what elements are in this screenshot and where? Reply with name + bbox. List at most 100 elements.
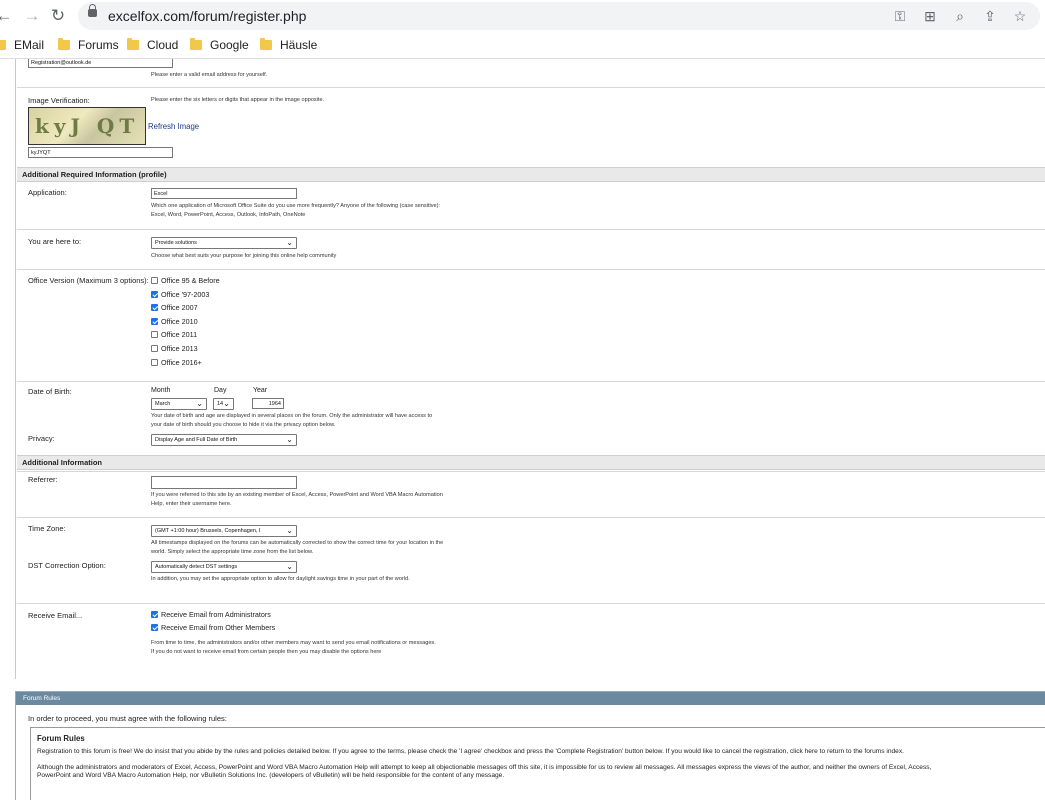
office-version-option-label: Office 2013 bbox=[161, 344, 198, 353]
dst-hint: In addition, you may set the appropriate… bbox=[151, 576, 410, 582]
chevron-down-icon: ⌄ bbox=[286, 435, 293, 444]
refresh-image-link[interactable]: Refresh Image bbox=[148, 122, 199, 131]
bookmark-star-icon[interactable]: ☆ bbox=[1010, 6, 1030, 26]
section-additional-information: Additional Information bbox=[17, 455, 1045, 470]
captcha-image: kyJ QT bbox=[28, 107, 146, 145]
forum-rules-para2b: PowerPoint and Word VBA Macro Automation… bbox=[37, 772, 505, 779]
chevron-down-icon: ⌄ bbox=[286, 562, 293, 571]
here-to-select[interactable]: Provide solutions ⌄ bbox=[151, 237, 297, 249]
key-icon[interactable]: ⚿ bbox=[890, 6, 910, 26]
dob-label: Date of Birth: bbox=[28, 387, 72, 396]
reload-icon[interactable]: ↻ bbox=[46, 4, 70, 28]
address-bar-actions: ⚿ ⊞ ⌕ ⇪ ☆ bbox=[890, 6, 1030, 26]
translate-icon[interactable]: ⊞ bbox=[920, 6, 940, 26]
forum-rules-header: Forum Rules bbox=[16, 692, 1045, 705]
forum-rules-title: Forum Rules bbox=[37, 734, 85, 743]
referrer-input[interactable] bbox=[151, 476, 297, 489]
bookmark-forums[interactable]: Forums bbox=[58, 38, 119, 52]
checkbox[interactable] bbox=[151, 624, 158, 631]
chevron-down-icon: ⌄ bbox=[286, 238, 293, 247]
application-label: Application: bbox=[28, 188, 67, 197]
office-version-option-label: Office 95 & Before bbox=[161, 276, 220, 285]
checkbox[interactable] bbox=[151, 345, 158, 352]
image-verification-label: Image Verification: bbox=[28, 96, 90, 105]
dst-select[interactable]: Automatically detect DST settings ⌄ bbox=[151, 561, 297, 573]
bookmarks-bar: EMail Forums Cloud Google Häusle bbox=[0, 34, 1045, 59]
checkbox[interactable] bbox=[151, 331, 158, 339]
referrer-hint: If you were referred to this site by an … bbox=[151, 492, 443, 507]
bookmark-haeusle[interactable]: Häusle bbox=[260, 38, 317, 52]
browser-toolbar: ← → ↻ excelfox.com/forum/register.php ⚿ … bbox=[0, 0, 1045, 32]
office-version-label: Office Version (Maximum 3 options): bbox=[28, 276, 149, 285]
office-version-option-0[interactable]: Office 95 & Before bbox=[151, 276, 220, 285]
url-text: excelfox.com/forum/register.php bbox=[108, 8, 307, 24]
checkbox[interactable] bbox=[151, 304, 158, 312]
dst-label: DST Correction Option: bbox=[28, 561, 106, 570]
register-page: Registration@outlook.de Please enter a v… bbox=[0, 59, 1045, 800]
here-to-label: You are here to: bbox=[28, 237, 82, 246]
bookmark-google[interactable]: Google bbox=[190, 38, 249, 52]
bookmark-cloud[interactable]: Cloud bbox=[127, 38, 178, 52]
dob-year-label: Year bbox=[253, 387, 268, 394]
receive-email-hint: From time to time, the administrators an… bbox=[151, 640, 436, 655]
address-bar[interactable]: excelfox.com/forum/register.php ⚿ ⊞ ⌕ ⇪ … bbox=[78, 2, 1040, 30]
email-hint: Please enter a valid email address for y… bbox=[151, 72, 268, 78]
office-version-option-2[interactable]: Office 2007 bbox=[151, 303, 198, 312]
forward-arrow-icon[interactable]: → bbox=[20, 4, 44, 28]
chevron-down-icon: ⌄ bbox=[196, 399, 203, 408]
forum-rules-panel: Forum Rules In order to proceed, you mus… bbox=[15, 691, 1045, 800]
forum-rules-para1: Registration to this forum is free! We d… bbox=[37, 748, 904, 755]
folder-icon bbox=[260, 38, 272, 50]
captcha-input[interactable]: kyJYQT bbox=[28, 147, 173, 158]
office-version-option-6[interactable]: Office 2016+ bbox=[151, 358, 202, 367]
checkbox[interactable] bbox=[151, 358, 158, 366]
share-icon[interactable]: ⇪ bbox=[980, 6, 1000, 26]
application-hint: Which one application of Microsoft Offic… bbox=[151, 203, 441, 218]
office-version-option-1[interactable]: Office '97-2003 bbox=[151, 290, 209, 299]
office-version-option-label: Office 2007 bbox=[161, 303, 198, 313]
forum-rules-box[interactable]: Forum Rules Registration to this forum i… bbox=[30, 727, 1045, 800]
dob-day-label: Day bbox=[214, 387, 227, 394]
back-arrow-icon[interactable]: ← bbox=[0, 4, 16, 28]
receive-email-option-label: Receive Email from Other Members bbox=[161, 623, 276, 632]
folder-icon bbox=[0, 40, 6, 50]
referrer-label: Referrer: bbox=[28, 475, 58, 484]
office-version-option-label: Office 2011 bbox=[161, 330, 198, 340]
checkbox[interactable] bbox=[151, 611, 158, 618]
checkbox[interactable] bbox=[151, 290, 158, 298]
captcha-text: kyJ QT bbox=[35, 114, 140, 138]
dob-day-select[interactable]: 14 ⌄ bbox=[213, 398, 234, 410]
receive-email-label: Receive Email... bbox=[28, 611, 83, 620]
folder-icon bbox=[127, 38, 139, 50]
office-version-option-label: Office 2010 bbox=[161, 316, 198, 326]
receive-email-option-0[interactable]: Receive Email from Administrators bbox=[151, 610, 271, 619]
lock-icon bbox=[88, 4, 97, 17]
bookmark-email[interactable]: EMail bbox=[0, 38, 44, 52]
checkbox[interactable] bbox=[151, 277, 158, 284]
email-field[interactable]: Registration@outlook.de bbox=[28, 59, 173, 68]
timezone-label: Time Zone: bbox=[28, 524, 66, 533]
office-version-option-3[interactable]: Office 2010 bbox=[151, 317, 198, 326]
office-version-option-5[interactable]: Office 2013 bbox=[151, 344, 198, 353]
privacy-select[interactable]: Display Age and Full Date of Birth ⌄ bbox=[151, 434, 297, 446]
checkbox[interactable] bbox=[151, 317, 158, 325]
application-input[interactable]: Excel bbox=[151, 188, 297, 199]
office-version-option-4[interactable]: Office 2011 bbox=[151, 330, 197, 339]
image-verification-hint: Please enter the six letters or digits t… bbox=[151, 97, 325, 103]
here-to-row bbox=[17, 229, 1045, 270]
forum-rules-intro: In order to proceed, you must agree with… bbox=[28, 714, 227, 723]
chevron-down-icon: ⌄ bbox=[223, 399, 230, 408]
folder-icon bbox=[190, 38, 202, 50]
zoom-icon[interactable]: ⌕ bbox=[950, 6, 970, 26]
here-to-hint: Choose what best suits your purpose for … bbox=[151, 253, 337, 259]
forum-rules-para2a: Although the administrators and moderato… bbox=[37, 764, 932, 771]
dob-year-input[interactable]: 1964 bbox=[252, 398, 284, 409]
timezone-select[interactable]: (GMT +1:00 hour) Brussels, Copenhagen, I… bbox=[151, 525, 297, 537]
chevron-down-icon: ⌄ bbox=[286, 526, 293, 535]
dob-month-label: Month bbox=[151, 387, 171, 394]
office-version-option-label: Office 2016+ bbox=[161, 357, 202, 367]
receive-email-option-label: Receive Email from Administrators bbox=[161, 610, 271, 619]
dob-month-select[interactable]: March ⌄ bbox=[151, 398, 207, 410]
office-version-option-label: Office '97-2003 bbox=[161, 289, 210, 299]
receive-email-option-1[interactable]: Receive Email from Other Members bbox=[151, 623, 275, 632]
